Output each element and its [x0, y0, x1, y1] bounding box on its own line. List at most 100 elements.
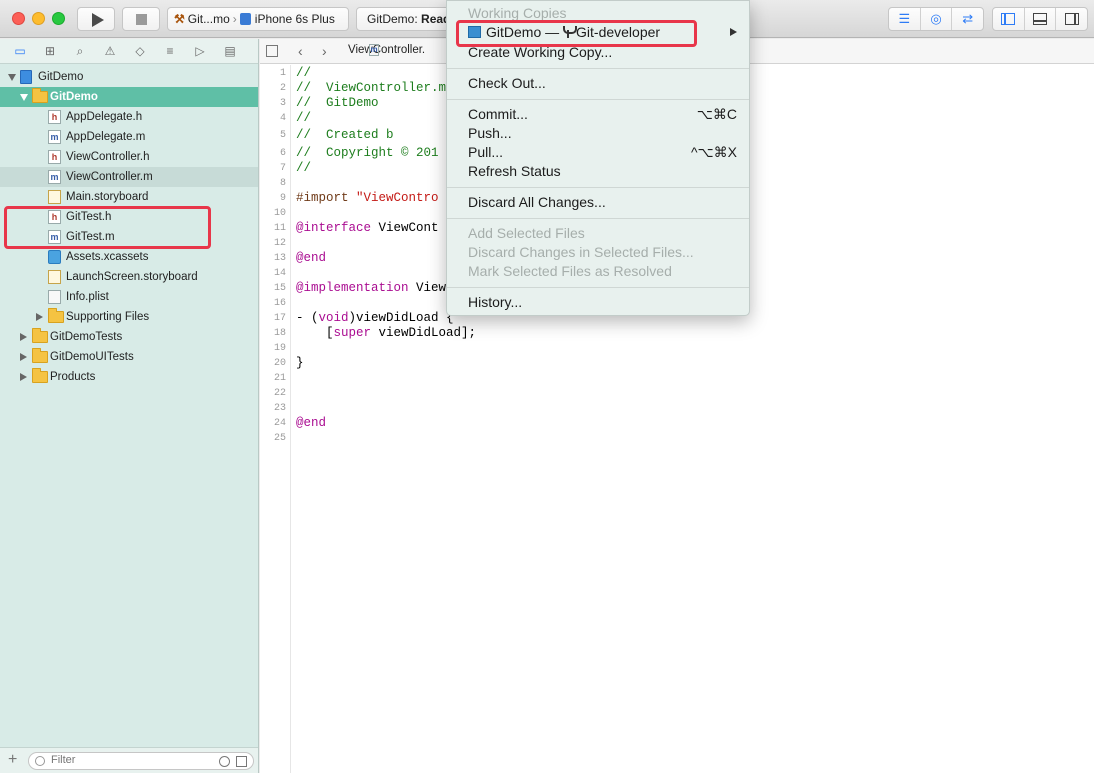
tree-item-label: ViewController.m: [66, 171, 153, 183]
menu-item-create-working-copy[interactable]: Create Working Copy...: [468, 44, 612, 60]
code-token: #import: [296, 191, 357, 205]
zoom-window-button[interactable]: [52, 12, 65, 25]
tree-item[interactable]: GitDemoUITests: [0, 347, 258, 367]
bottom-panel-icon: [1033, 13, 1047, 25]
run-button[interactable]: [77, 7, 115, 31]
version-editor-icon[interactable]: ⇄: [952, 8, 983, 30]
code-token: super: [333, 326, 372, 340]
recent-files-clock-icon[interactable]: [219, 756, 230, 767]
code-text: @interface ViewCont: [296, 221, 439, 236]
tree-item[interactable]: GitDemo: [0, 87, 258, 107]
code-text: @implementation View: [296, 281, 446, 296]
filter-field[interactable]: [28, 752, 254, 770]
menu-item-refresh-status[interactable]: Refresh Status: [468, 163, 561, 179]
debug-navigator-tab-icon[interactable]: ≡: [162, 43, 178, 59]
tree-item-label: ViewController.h: [66, 151, 150, 163]
stop-button[interactable]: [122, 7, 160, 31]
issue-navigator-tab-warning-icon[interactable]: ⚠: [102, 43, 118, 59]
menu-separator: [447, 99, 749, 100]
disclosure-closed-icon[interactable]: [36, 313, 43, 321]
tree-item[interactable]: h AppDelegate.h: [0, 107, 258, 127]
tree-item[interactable]: GitDemo: [0, 67, 258, 87]
tree-item[interactable]: Main.storyboard: [0, 187, 258, 207]
find-navigator-tab-search-icon[interactable]: ⌕: [72, 43, 88, 59]
toggle-navigator-button[interactable]: [993, 8, 1025, 30]
repo-branch-label: Git-developer: [576, 24, 661, 40]
line-number: 24: [273, 418, 286, 429]
close-window-button[interactable]: [12, 12, 25, 25]
implementation-file-icon: m: [48, 130, 61, 144]
tree-item[interactable]: Info.plist: [0, 287, 258, 307]
menu-item-repo-gitdemo[interactable]: GitDemo — Git-developer: [468, 24, 660, 40]
line-number: 18: [273, 328, 286, 339]
disclosure-closed-icon[interactable]: [20, 333, 27, 341]
folder-icon: [32, 368, 48, 383]
tree-item-label: Products: [50, 371, 96, 383]
tree-item[interactable]: h GitTest.h: [0, 207, 258, 227]
filter-icon: [35, 756, 45, 766]
code-token: //: [296, 111, 312, 125]
code-line: 19: [260, 341, 1094, 356]
tree-item[interactable]: m GitTest.m: [0, 227, 258, 247]
breadcrumb[interactable]: m ViewController.: [348, 44, 425, 56]
test-navigator-tab-diamond-icon[interactable]: ◇: [132, 43, 148, 59]
add-file-plus-icon[interactable]: +: [8, 751, 17, 769]
menu-working-copies-header: Working Copies: [468, 5, 567, 21]
minimize-window-button[interactable]: [32, 12, 45, 25]
tree-item[interactable]: h ViewController.h: [0, 147, 258, 167]
symbol-navigator-tab-icon[interactable]: ⊞: [42, 43, 58, 59]
code-line: 25: [260, 431, 1094, 446]
code-token: // Copyright © 201: [296, 146, 439, 160]
line-number: 8: [279, 178, 286, 189]
breakpoint-navigator-tab-icon[interactable]: ▷: [192, 43, 208, 59]
line-number: 4: [279, 113, 286, 124]
tree-item[interactable]: LaunchScreen.storyboard: [0, 267, 258, 287]
menu-item-check-out[interactable]: Check Out...: [468, 75, 546, 91]
menu-item-commit[interactable]: Commit...: [468, 106, 528, 122]
standard-editor-icon[interactable]: ☰: [889, 8, 921, 30]
line-number: 19: [273, 343, 286, 354]
project-navigator-tab-folder-icon[interactable]: ▭: [12, 43, 28, 59]
menu-item-pull[interactable]: Pull...: [468, 144, 503, 160]
disclosure-closed-icon[interactable]: [20, 353, 27, 361]
menu-item-history[interactable]: History...: [468, 294, 522, 310]
tree-item[interactable]: m AppDelegate.m: [0, 127, 258, 147]
tree-item[interactable]: m ViewController.m: [0, 167, 258, 187]
header-file-icon: h: [48, 110, 61, 124]
tree-item[interactable]: Assets.xcassets: [0, 247, 258, 267]
line-number: 14: [273, 268, 286, 279]
back-arrow-icon[interactable]: ‹: [298, 43, 303, 59]
related-items-grid-icon[interactable]: [266, 45, 278, 57]
forward-arrow-icon[interactable]: ›: [322, 43, 327, 59]
code-token: // Created b: [296, 128, 394, 142]
breadcrumb-file-label: ViewController.: [348, 44, 426, 56]
toggle-utilities-button[interactable]: [1056, 8, 1087, 30]
tree-item-label: Main.storyboard: [66, 191, 149, 203]
code-token: @end: [296, 251, 327, 265]
repository-icon: [468, 26, 481, 38]
tree-item[interactable]: GitDemoTests: [0, 327, 258, 347]
menu-item-push[interactable]: Push...: [468, 125, 512, 141]
tree-item[interactable]: Products: [0, 367, 258, 387]
menu-separator: [447, 287, 749, 288]
line-number: 7: [279, 163, 286, 174]
line-number: 6: [279, 148, 286, 159]
code-text: // GitDemo: [296, 96, 379, 111]
code-token: )viewDidLoad {: [348, 311, 454, 325]
scheme-selector[interactable]: ⚒ Git...mo › iPhone 6s Plus: [167, 7, 349, 31]
report-navigator-tab-icon[interactable]: ▤: [222, 43, 238, 59]
line-number: 12: [273, 238, 286, 249]
right-panel-icon: [1064, 13, 1079, 25]
source-control-filter-icon[interactable]: [236, 756, 247, 767]
disclosure-open-icon[interactable]: [8, 74, 16, 81]
implementation-file-icon: m: [48, 170, 61, 184]
disclosure-open-icon[interactable]: [20, 94, 28, 101]
filter-input[interactable]: [51, 754, 211, 766]
assistant-editor-icon[interactable]: ◎: [921, 8, 953, 30]
disclosure-closed-icon[interactable]: [20, 373, 27, 381]
toggle-debug-area-button[interactable]: [1025, 8, 1057, 30]
code-text: #import "ViewContro: [296, 191, 439, 206]
line-number: 23: [273, 403, 286, 414]
menu-item-discard-all-changes[interactable]: Discard All Changes...: [468, 194, 606, 210]
tree-item[interactable]: Supporting Files: [0, 307, 258, 327]
